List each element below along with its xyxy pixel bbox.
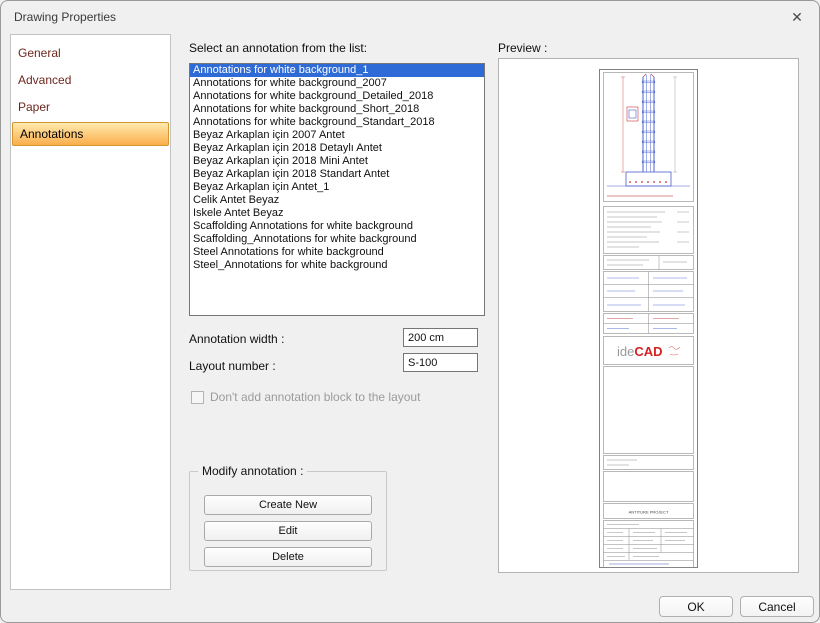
annotation-list-item[interactable]: Beyaz Arkaplan için 2018 Detaylı Antet — [190, 142, 484, 155]
annotation-list-item[interactable]: Annotations for white background_Detaile… — [190, 90, 484, 103]
window-title: Drawing Properties — [14, 10, 116, 24]
annotation-list-item[interactable]: Beyaz Arkaplan için 2018 Standart Antet — [190, 168, 484, 181]
layout-number-label: Layout number : — [189, 359, 276, 373]
annotation-block-checkbox[interactable] — [191, 391, 204, 404]
preview-label: Preview : — [498, 41, 547, 55]
edit-button[interactable]: Edit — [204, 521, 372, 541]
annotation-list-label: Select an annotation from the list: — [189, 41, 367, 55]
annotation-list-item[interactable]: Steel_Annotations for white background — [190, 259, 484, 272]
annotation-listbox[interactable]: Annotations for white background_1Annota… — [189, 63, 485, 316]
annotation-list-item[interactable]: Annotations for white background_2007 — [190, 77, 484, 90]
modify-annotation-group-title: Modify annotation : — [198, 464, 307, 478]
delete-button[interactable]: Delete — [204, 547, 372, 567]
annotation-list-item[interactable]: Annotations for white background_1 — [190, 64, 484, 77]
modify-annotation-group: Modify annotation : Create NewEditDelete — [189, 471, 387, 571]
drawing-properties-dialog: { "window": { "title": "Drawing Properti… — [0, 0, 820, 623]
title-bar: Drawing Properties ✕ — [1, 1, 819, 33]
annotation-list-item[interactable]: Celik Antet Beyaz — [190, 194, 484, 207]
sidebar-list: GeneralAdvancedPaperAnnotations — [10, 34, 171, 590]
annotation-width-input[interactable] — [403, 328, 478, 347]
annotation-list-item[interactable]: Annotations for white background_Standar… — [190, 116, 484, 129]
sidebar-item-advanced[interactable]: Advanced — [11, 67, 170, 94]
annotation-list-item[interactable]: Annotations for white background_Short_2… — [190, 103, 484, 116]
ok-button[interactable]: OK — [659, 596, 733, 617]
annotation-block-checkbox-row: Don't add annotation block to the layout — [191, 390, 420, 404]
preview-panel: ideCAD ANTITURE PROJECT — [498, 58, 799, 573]
idecad-logo: ideCAD — [617, 344, 663, 359]
annotation-block-checkbox-label: Don't add annotation block to the layout — [210, 390, 420, 404]
sidebar-item-paper[interactable]: Paper — [11, 94, 170, 121]
preview-project-title: ANTITURE PROJECT — [629, 510, 669, 515]
sidebar-item-annotations[interactable]: Annotations — [12, 122, 169, 146]
preview-sheet: ideCAD ANTITURE PROJECT — [599, 69, 698, 568]
cancel-button[interactable]: Cancel — [740, 596, 814, 617]
annotation-list-item[interactable]: Beyaz Arkaplan için 2018 Mini Antet — [190, 155, 484, 168]
layout-number-input[interactable] — [403, 353, 478, 372]
annotation-width-label: Annotation width : — [189, 332, 284, 346]
sidebar-item-general[interactable]: General — [11, 40, 170, 67]
annotation-list-item[interactable]: Beyaz Arkaplan için 2007 Antet — [190, 129, 484, 142]
annotation-list-item[interactable]: Scaffolding Annotations for white backgr… — [190, 220, 484, 233]
create-new-button[interactable]: Create New — [204, 495, 372, 515]
annotation-list-item[interactable]: Steel Annotations for white background — [190, 246, 484, 259]
annotation-list-item[interactable]: Scaffolding_Annotations for white backgr… — [190, 233, 484, 246]
close-icon[interactable]: ✕ — [785, 6, 809, 28]
annotation-list-item[interactable]: Iskele Antet Beyaz — [190, 207, 484, 220]
annotation-list-item[interactable]: Beyaz Arkaplan için Antet_1 — [190, 181, 484, 194]
